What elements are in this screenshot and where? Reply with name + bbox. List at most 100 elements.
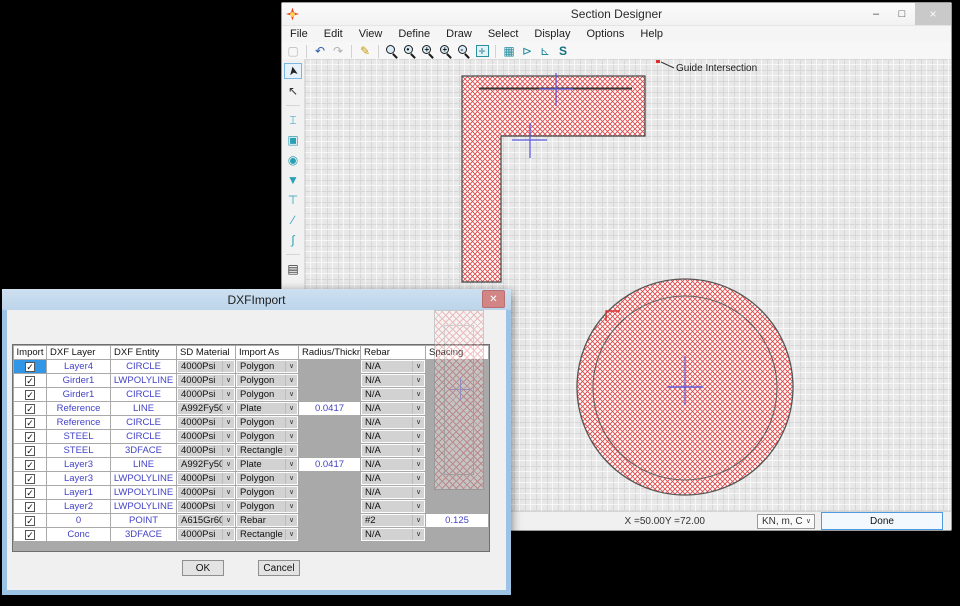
import-checkbox[interactable]: ✓ [25, 460, 35, 470]
import-checkbox-cell[interactable]: ✓ [14, 500, 46, 513]
new-file-icon[interactable]: ▢ [286, 44, 300, 58]
rebar-dropdown[interactable]: #2∨ [361, 514, 425, 527]
import-checkbox[interactable]: ✓ [25, 390, 35, 400]
draw-circle-tool[interactable]: ◉ [284, 152, 302, 168]
import-checkbox-cell[interactable]: ✓ [14, 360, 46, 373]
spacing-cell[interactable]: 0.125 [426, 514, 488, 527]
import-checkbox[interactable]: ✓ [25, 376, 35, 386]
dialog-close-button[interactable]: ✕ [482, 290, 505, 308]
menu-options[interactable]: Options [578, 28, 632, 40]
import-checkbox[interactable]: ✓ [25, 418, 35, 428]
zoom-extents-icon[interactable]: • [403, 44, 417, 58]
ok-button[interactable]: OK [182, 560, 224, 576]
import-as-dropdown[interactable]: Rectangle∨ [236, 528, 298, 541]
sd-material-dropdown[interactable]: 4000Psi∨ [177, 500, 235, 513]
rebar-dropdown[interactable]: N/A∨ [361, 388, 425, 401]
rebar-dropdown[interactable]: N/A∨ [361, 402, 425, 415]
import-checkbox[interactable]: ✓ [25, 432, 35, 442]
undo-icon[interactable]: ↶ [313, 44, 327, 58]
menu-draw[interactable]: Draw [438, 28, 480, 40]
menu-display[interactable]: Display [526, 28, 578, 40]
rebar-dropdown[interactable]: N/A∨ [361, 486, 425, 499]
import-as-dropdown[interactable]: Polygon∨ [236, 360, 298, 373]
import-as-dropdown[interactable]: Rebar∨ [236, 514, 298, 527]
zoom-out-icon[interactable]: - [457, 44, 471, 58]
import-checkbox[interactable]: ✓ [25, 474, 35, 484]
rebar-dropdown[interactable]: N/A∨ [361, 472, 425, 485]
sd-material-dropdown[interactable]: 4000Psi∨ [177, 486, 235, 499]
rebar-dropdown[interactable]: N/A∨ [361, 528, 425, 541]
draw-line-tool[interactable]: ∕ [284, 212, 302, 228]
import-checkbox-cell[interactable]: ✓ [14, 430, 46, 443]
import-checkbox-cell[interactable]: ✓ [14, 458, 46, 471]
import-checkbox-cell[interactable]: ✓ [14, 374, 46, 387]
sd-material-dropdown[interactable]: 4000Psi∨ [177, 374, 235, 387]
import-checkbox[interactable]: ✓ [25, 488, 35, 498]
menu-select[interactable]: Select [480, 28, 527, 40]
import-checkbox-cell[interactable]: ✓ [14, 416, 46, 429]
import-as-dropdown[interactable]: Polygon∨ [236, 430, 298, 443]
dialog-titlebar[interactable]: DXFImport ✕ [2, 289, 511, 310]
import-as-dropdown[interactable]: Polygon∨ [236, 486, 298, 499]
import-checkbox-cell[interactable]: ✓ [14, 514, 46, 527]
import-checkbox[interactable]: ✓ [25, 530, 35, 540]
import-checkbox-cell[interactable]: ✓ [14, 472, 46, 485]
sd-material-dropdown[interactable]: 4000Psi∨ [177, 472, 235, 485]
window-titlebar[interactable]: Section Designer – □ × [282, 3, 951, 26]
import-checkbox-cell[interactable]: ✓ [14, 528, 46, 541]
menu-help[interactable]: Help [632, 28, 671, 40]
draw-polyline-tool[interactable]: ∫ [284, 232, 302, 248]
sd-material-dropdown[interactable]: A615Gr60∨ [177, 514, 235, 527]
import-checkbox[interactable]: ✓ [25, 502, 35, 512]
sd-material-dropdown[interactable]: 4000Psi∨ [177, 444, 235, 457]
rebar-dropdown[interactable]: N/A∨ [361, 360, 425, 373]
import-checkbox-cell[interactable]: ✓ [14, 388, 46, 401]
draw-rebar-line-tool[interactable]: ⊤ [284, 192, 302, 208]
import-checkbox-cell[interactable]: ✓ [14, 402, 46, 415]
import-as-dropdown[interactable]: Plate∨ [236, 458, 298, 471]
zoom-in-icon[interactable]: + [421, 44, 435, 58]
import-checkbox[interactable]: ✓ [25, 404, 35, 414]
radius-thickness-cell[interactable]: 0.0417 [299, 402, 360, 415]
flip-icon[interactable]: ⊳ [520, 44, 534, 58]
menu-view[interactable]: View [351, 28, 391, 40]
import-checkbox-cell[interactable]: ✓ [14, 486, 46, 499]
axis-icon[interactable]: ⊾ [538, 44, 552, 58]
zoom-step-icon[interactable]: + [439, 44, 453, 58]
units-dropdown[interactable]: KN, m, C ∨ [757, 514, 815, 529]
import-checkbox-cell[interactable]: ✓ [14, 444, 46, 457]
menu-edit[interactable]: Edit [316, 28, 351, 40]
section-properties-tool[interactable]: ▤ [284, 261, 302, 277]
import-as-dropdown[interactable]: Plate∨ [236, 402, 298, 415]
draw-rectangle-tool[interactable]: ▣ [284, 132, 302, 148]
snap-icon[interactable]: S [556, 44, 570, 58]
rebar-dropdown[interactable]: N/A∨ [361, 430, 425, 443]
sd-material-dropdown[interactable]: 4000Psi∨ [177, 430, 235, 443]
import-checkbox[interactable]: ✓ [25, 446, 35, 456]
sd-material-dropdown[interactable]: 4000Psi∨ [177, 528, 235, 541]
maximize-button[interactable]: □ [889, 3, 915, 25]
draw-isection-tool[interactable]: ⌶ [284, 112, 302, 128]
done-button[interactable]: Done [821, 512, 943, 530]
sd-material-dropdown[interactable]: A992Fy50∨ [177, 402, 235, 415]
import-checkbox[interactable]: ✓ [25, 362, 35, 372]
sd-material-dropdown[interactable]: 4000Psi∨ [177, 388, 235, 401]
pointer-tool[interactable]: ➤ [284, 63, 302, 79]
import-checkbox[interactable]: ✓ [25, 516, 35, 526]
menu-file[interactable]: File [282, 28, 316, 40]
rebar-dropdown[interactable]: N/A∨ [361, 374, 425, 387]
rebar-dropdown[interactable]: N/A∨ [361, 444, 425, 457]
sd-material-dropdown[interactable]: 4000Psi∨ [177, 416, 235, 429]
rebar-dropdown[interactable]: N/A∨ [361, 500, 425, 513]
rebar-dropdown[interactable]: N/A∨ [361, 458, 425, 471]
radius-thickness-cell[interactable]: 0.0417 [299, 458, 360, 471]
close-button[interactable]: × [915, 3, 951, 25]
import-as-dropdown[interactable]: Polygon∨ [236, 500, 298, 513]
rebar-dropdown[interactable]: N/A∨ [361, 416, 425, 429]
cancel-button[interactable]: Cancel [258, 560, 300, 576]
pencil-icon[interactable]: ✎ [358, 44, 372, 58]
menu-define[interactable]: Define [390, 28, 438, 40]
redo-icon[interactable]: ↷ [331, 44, 345, 58]
import-as-dropdown[interactable]: Rectangle∨ [236, 444, 298, 457]
import-as-dropdown[interactable]: Polygon∨ [236, 388, 298, 401]
